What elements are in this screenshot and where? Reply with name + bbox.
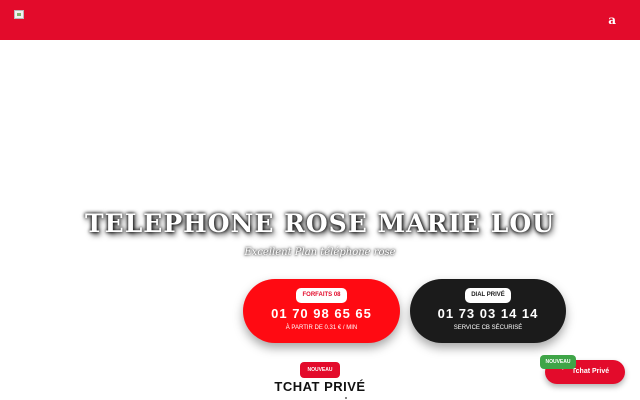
- call-badge-forfaits: FORFAITS 08: [296, 288, 347, 303]
- call-badge-dial-prive: DIAL PRIVÉ: [465, 288, 511, 303]
- header-bar: a: [0, 0, 640, 40]
- hero-subtitle: Excellent Plan téléphone rose: [244, 247, 396, 258]
- call-price-label: À PARTIR DE 0.31 € / MIN: [285, 325, 358, 331]
- broken-image-icon[interactable]: [14, 10, 24, 19]
- floating-new-badge: NOUVEAU: [540, 355, 576, 369]
- call-number-forfaits: 01 70 98 65 65: [271, 306, 372, 321]
- floating-tchat-label: Tchat Privé: [571, 368, 610, 375]
- new-badge: NOUVEAU: [300, 362, 340, 378]
- hero-title: TELEPHONE ROSE MARIE LOU: [85, 209, 555, 238]
- menu-toggle[interactable]: a: [608, 13, 616, 27]
- call-button-forfaits[interactable]: FORFAITS 08 01 70 98 65 65 À PARTIR DE 0…: [243, 279, 400, 343]
- divider-dot: [345, 397, 347, 399]
- call-number-dial-prive: 01 73 03 14 14: [437, 306, 539, 321]
- call-button-dial-prive[interactable]: DIAL PRIVÉ 01 73 03 14 14 SERVICE CB SÉC…: [410, 279, 566, 343]
- call-service-label: SERVICE CB SÉCURISÉ: [453, 325, 523, 331]
- tchat-title: TCHAT PRIVÉ: [274, 379, 366, 394]
- page: a TELEPHONE ROSE MARIE LOU Excellent Pla…: [0, 0, 640, 400]
